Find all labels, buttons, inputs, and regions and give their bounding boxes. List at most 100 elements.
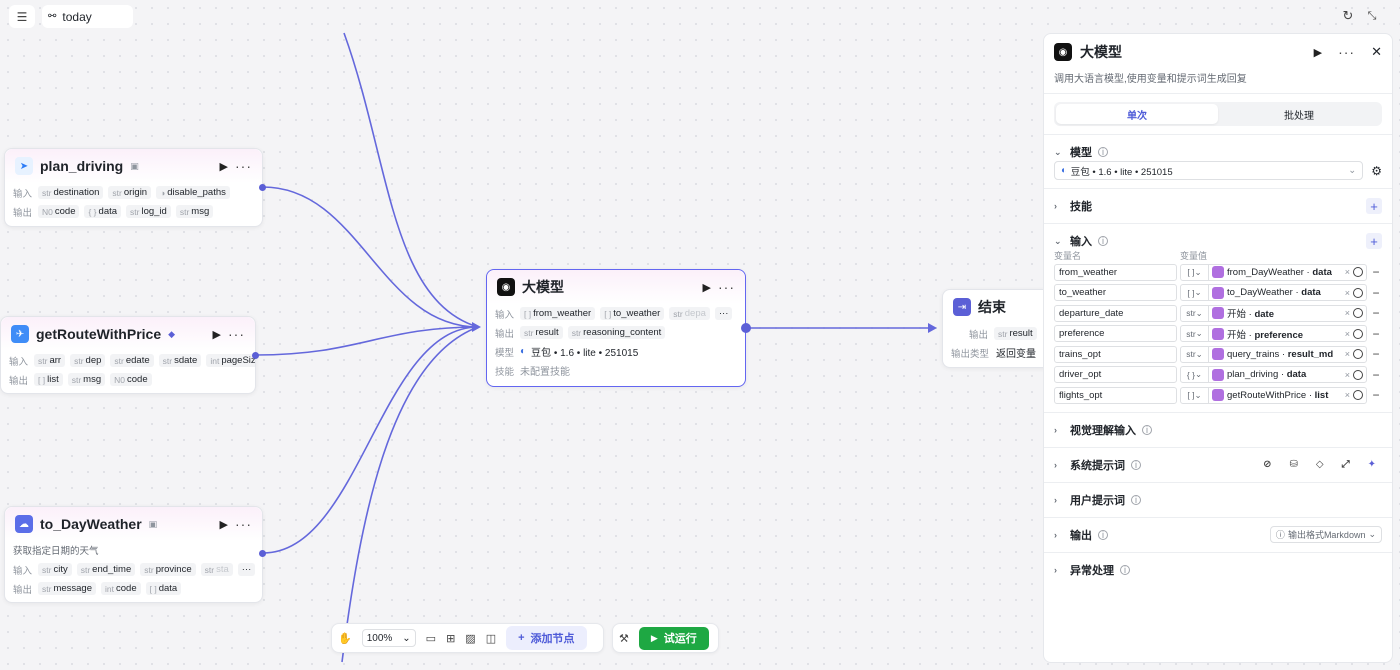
variable-name-input[interactable]: trains_opt: [1054, 345, 1177, 363]
settings-circle-icon[interactable]: [1353, 287, 1363, 298]
refresh-button[interactable]: ↻: [1338, 6, 1358, 26]
variable-name-input[interactable]: departure_date: [1054, 304, 1177, 322]
type-select[interactable]: [ ] ⌄: [1181, 264, 1209, 280]
sidebar-toggle-button[interactable]: ☰: [9, 5, 35, 28]
variable-name-input[interactable]: flights_opt: [1054, 386, 1177, 404]
expand-icon[interactable]: ⤢: [1342, 459, 1350, 470]
add-skill-button[interactable]: +: [1366, 198, 1382, 214]
variable-name-input[interactable]: from_weather: [1054, 263, 1177, 281]
chevron-right-icon[interactable]: ›: [1054, 460, 1064, 470]
tab-single[interactable]: 单次: [1056, 104, 1218, 124]
zoom-select[interactable]: 100% ⌄: [361, 629, 416, 647]
pointer-icon[interactable]: ✋: [338, 632, 352, 645]
minimap-icon[interactable]: ◫: [486, 632, 496, 645]
chevron-right-icon[interactable]: ›: [1054, 530, 1064, 540]
library-icon[interactable]: ⛁: [1290, 459, 1298, 470]
settings-icon[interactable]: ⚙: [1371, 164, 1382, 178]
settings-circle-icon[interactable]: [1353, 349, 1363, 360]
clear-icon[interactable]: ×: [1345, 308, 1350, 318]
test-run-button[interactable]: ▶ 试运行: [638, 626, 709, 650]
workflow-tag[interactable]: ⚯ today: [42, 5, 133, 28]
more-button[interactable]: ···: [718, 279, 735, 295]
remove-variable-button[interactable]: −: [1370, 327, 1382, 341]
variable-value-select[interactable]: str ⌄ query_trains · result_md ×: [1180, 345, 1367, 363]
remove-variable-button[interactable]: −: [1370, 368, 1382, 382]
clear-icon[interactable]: ×: [1345, 349, 1350, 359]
more-button[interactable]: ···: [235, 516, 252, 532]
image-icon[interactable]: ▨: [465, 632, 475, 645]
info-icon[interactable]: i: [1131, 494, 1141, 505]
bulb-icon[interactable]: ◇: [1316, 459, 1324, 470]
variable-value-select[interactable]: [ ] ⌄ to_DayWeather · data ×: [1180, 284, 1367, 302]
type-select[interactable]: str ⌄: [1181, 346, 1209, 362]
info-icon[interactable]: i: [1098, 147, 1108, 157]
node-get-route-with-price[interactable]: ✈ getRouteWithPrice ◆ ▶ ··· 输入 str arr st…: [0, 316, 256, 394]
model-select[interactable]: ◐ 豆包 • 1.6 • lite • 251015 ⌄: [1054, 161, 1364, 180]
settings-circle-icon[interactable]: [1353, 328, 1363, 339]
remove-variable-button[interactable]: −: [1370, 347, 1382, 361]
settings-circle-icon[interactable]: [1353, 308, 1363, 319]
info-icon[interactable]: i: [1098, 529, 1108, 540]
output-format-select[interactable]: ⓘ 输出格式Markdown ⌄: [1269, 526, 1382, 543]
clear-icon[interactable]: ×: [1345, 267, 1350, 277]
node-plan-driving[interactable]: ➤ plan_driving ▣ ▶ ··· 输入 str destination…: [4, 148, 263, 227]
clear-icon[interactable]: ×: [1345, 370, 1350, 380]
run-node-button[interactable]: ▶: [213, 328, 221, 341]
run-node-button[interactable]: ▶: [703, 281, 711, 294]
settings-circle-icon[interactable]: [1353, 390, 1363, 401]
output-port[interactable]: [259, 184, 266, 191]
compass-icon[interactable]: ⊘: [1263, 459, 1271, 470]
layout-grid-icon[interactable]: ⊞: [446, 632, 455, 645]
variable-value-select[interactable]: [ ] ⌄ from_DayWeather · data ×: [1180, 263, 1367, 281]
variable-value-select[interactable]: str ⌄ 开始 · date ×: [1180, 304, 1367, 322]
node-to-day-weather[interactable]: ☁ to_DayWeather ▣ ▶ ··· 获取指定日期的天气 输入 str…: [4, 506, 263, 603]
type-select[interactable]: [ ] ⌄: [1181, 285, 1209, 301]
ai-sparkle-icon[interactable]: ✦: [1368, 459, 1376, 470]
info-icon[interactable]: i: [1120, 564, 1130, 575]
type-select[interactable]: [ ] ⌄: [1181, 387, 1209, 403]
more-button[interactable]: ···: [1338, 44, 1355, 60]
settings-circle-icon[interactable]: [1353, 267, 1363, 278]
type-select[interactable]: str ⌄: [1181, 305, 1209, 321]
remove-variable-button[interactable]: −: [1370, 286, 1382, 300]
more-params-button[interactable]: ···: [237, 563, 256, 576]
chevron-right-icon[interactable]: ›: [1054, 201, 1064, 211]
remove-variable-button[interactable]: −: [1370, 388, 1382, 402]
more-button[interactable]: ···: [235, 158, 252, 174]
type-select[interactable]: { } ⌄: [1181, 367, 1209, 383]
info-icon[interactable]: i: [1098, 236, 1108, 246]
add-input-button[interactable]: +: [1366, 233, 1382, 249]
remove-variable-button[interactable]: −: [1370, 306, 1382, 320]
comment-icon[interactable]: ▭: [426, 632, 436, 645]
clear-icon[interactable]: ×: [1345, 390, 1350, 400]
clear-icon[interactable]: ×: [1345, 329, 1350, 339]
output-port[interactable]: [741, 323, 751, 333]
more-params-button[interactable]: ···: [714, 307, 733, 320]
settings-circle-icon[interactable]: [1353, 369, 1363, 380]
tab-batch[interactable]: 批处理: [1218, 104, 1380, 124]
remove-variable-button[interactable]: −: [1370, 265, 1382, 279]
chevron-right-icon[interactable]: ›: [1054, 565, 1064, 575]
run-node-button[interactable]: ▶: [220, 518, 228, 531]
add-node-button[interactable]: + 添加节点: [506, 626, 587, 650]
chevron-down-icon[interactable]: ⌄: [1054, 236, 1064, 247]
chevron-right-icon[interactable]: ›: [1054, 425, 1064, 435]
more-button[interactable]: ···: [228, 326, 245, 342]
chevron-down-icon[interactable]: ⌄: [1054, 147, 1064, 158]
info-icon[interactable]: i: [1142, 424, 1152, 435]
collapse-button[interactable]: ⤡: [1362, 6, 1382, 26]
variable-value-select[interactable]: { } ⌄ plan_driving · data ×: [1180, 366, 1367, 384]
close-icon[interactable]: ✕: [1371, 44, 1382, 60]
output-port[interactable]: [259, 550, 266, 557]
node-end[interactable]: ⇥ 结束 输出 str result 输出类型 返回变量: [942, 289, 1046, 368]
variable-value-select[interactable]: [ ] ⌄ getRouteWithPrice · list ×: [1180, 386, 1367, 404]
clear-icon[interactable]: ×: [1345, 288, 1350, 298]
type-select[interactable]: str ⌄: [1181, 326, 1209, 342]
variable-name-input[interactable]: driver_opt: [1054, 366, 1177, 384]
chevron-right-icon[interactable]: ›: [1054, 495, 1064, 505]
variable-name-input[interactable]: to_weather: [1054, 284, 1177, 302]
debug-tool-icon[interactable]: ⚒: [619, 632, 629, 645]
output-port[interactable]: [252, 352, 259, 359]
info-icon[interactable]: i: [1131, 459, 1141, 470]
node-llm[interactable]: ◉ 大模型 ▶ ··· 输入 [ ] from_weather [ ] to_wea…: [486, 269, 746, 387]
